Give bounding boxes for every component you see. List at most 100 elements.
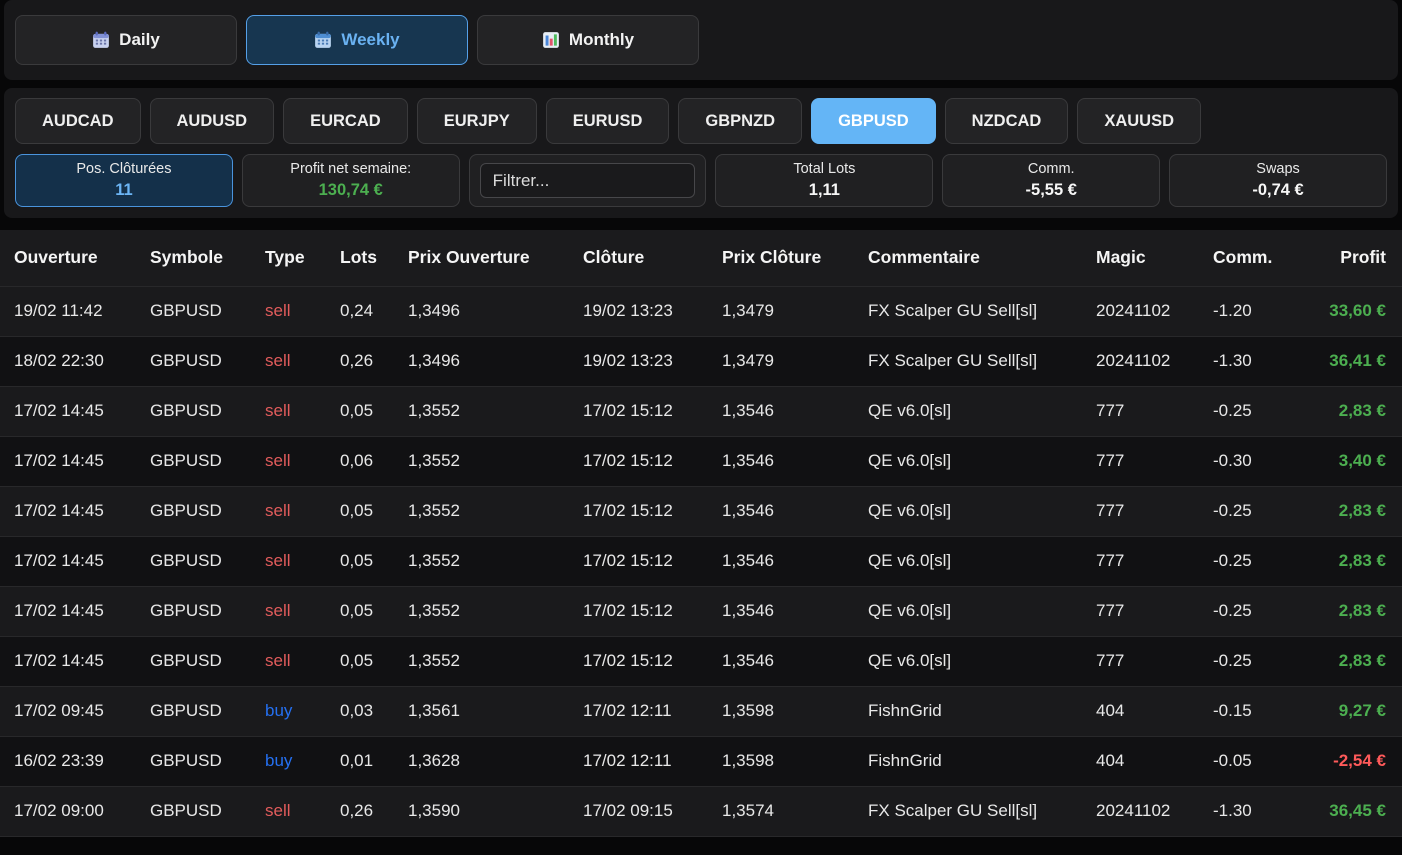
cell-commission: -0.25	[1199, 536, 1284, 586]
commissions-label: Comm.	[1028, 162, 1075, 178]
cell-open-price: 1,3552	[394, 586, 569, 636]
cell-close-time: 17/02 15:12	[569, 636, 708, 686]
weekly-net-profit-label: Profit net semaine:	[290, 162, 411, 178]
cell-comment: QE v6.0[sl]	[854, 386, 1082, 436]
cell-profit: 36,41 €	[1284, 336, 1402, 386]
cell-open-price: 1,3561	[394, 686, 569, 736]
column-header: Commentaire	[854, 230, 1082, 286]
table-row: 16/02 23:39 GBPUSD buy 0,01 1,3628 17/02…	[0, 736, 1402, 786]
total-lots-card: Total Lots 1,11	[715, 154, 933, 207]
cell-type: buy	[251, 736, 326, 786]
cell-open-time: 17/02 09:00	[0, 786, 136, 836]
period-tab-daily[interactable]: Daily	[15, 15, 237, 65]
period-tab-label: Daily	[119, 30, 160, 50]
cell-symbol: GBPUSD	[136, 386, 251, 436]
cell-profit: 2,83 €	[1284, 586, 1402, 636]
cell-commission: -0.25	[1199, 386, 1284, 436]
table-row: 17/02 09:00 GBPUSD sell 0,26 1,3590 17/0…	[0, 786, 1402, 836]
closed-positions-value: 11	[115, 181, 132, 199]
cell-type: sell	[251, 636, 326, 686]
commissions-value: -5,55 €	[1026, 181, 1077, 199]
cell-magic: 777	[1082, 386, 1199, 436]
trades-table-header: OuvertureSymboleTypeLotsPrix OuvertureCl…	[0, 230, 1402, 286]
symbol-tab-gbpnzd[interactable]: GBPNZD	[678, 98, 802, 144]
cell-type: sell	[251, 336, 326, 386]
cell-close-time: 19/02 13:23	[569, 286, 708, 336]
period-tab-label: Weekly	[341, 30, 399, 50]
cell-symbol: GBPUSD	[136, 686, 251, 736]
cell-symbol: GBPUSD	[136, 436, 251, 486]
cell-commission: -0.25	[1199, 636, 1284, 686]
cell-profit: 2,83 €	[1284, 636, 1402, 686]
column-header: Ouverture	[0, 230, 136, 286]
closed-positions-label: Pos. Clôturées	[76, 162, 171, 178]
cell-open-time: 18/02 22:30	[0, 336, 136, 386]
symbol-tab-eurcad[interactable]: EURCAD	[283, 98, 408, 144]
cell-magic: 404	[1082, 736, 1199, 786]
symbol-tab-eurjpy[interactable]: EURJPY	[417, 98, 537, 144]
cell-commission: -0.15	[1199, 686, 1284, 736]
cell-type: sell	[251, 536, 326, 586]
cell-profit: 2,83 €	[1284, 536, 1402, 586]
cell-symbol: GBPUSD	[136, 286, 251, 336]
cell-profit: 36,45 €	[1284, 786, 1402, 836]
cell-lots: 0,05	[326, 586, 394, 636]
weekly-net-profit-card: Profit net semaine: 130,74 €	[242, 154, 460, 207]
cell-close-time: 17/02 15:12	[569, 386, 708, 436]
cell-symbol: GBPUSD	[136, 636, 251, 686]
period-tab-weekly[interactable]: Weekly	[246, 15, 468, 65]
swaps-label: Swaps	[1256, 162, 1300, 178]
cell-commission: -1.20	[1199, 286, 1284, 336]
cell-profit: 3,40 €	[1284, 436, 1402, 486]
column-header: Prix Ouverture	[394, 230, 569, 286]
symbol-tab-nzdcad[interactable]: NZDCAD	[945, 98, 1069, 144]
cell-symbol: GBPUSD	[136, 336, 251, 386]
period-tab-bar: Daily Weekly Monthly	[4, 0, 1398, 80]
cell-comment: QE v6.0[sl]	[854, 436, 1082, 486]
cell-profit: 2,83 €	[1284, 486, 1402, 536]
cell-open-time: 17/02 14:45	[0, 386, 136, 436]
filters-panel: AUDCADAUDUSDEURCADEURJPYEURUSDGBPNZDGBPU…	[4, 88, 1398, 218]
cell-symbol: GBPUSD	[136, 586, 251, 636]
cell-profit: -2,54 €	[1284, 736, 1402, 786]
symbol-tab-audcad[interactable]: AUDCAD	[15, 98, 141, 144]
closed-positions-card[interactable]: Pos. Clôturées 11	[15, 154, 233, 207]
symbol-tab-audusd[interactable]: AUDUSD	[150, 98, 275, 144]
cell-lots: 0,05	[326, 636, 394, 686]
cell-open-time: 19/02 11:42	[0, 286, 136, 336]
bar-chart-icon	[542, 31, 560, 49]
cell-magic: 777	[1082, 636, 1199, 686]
cell-comment: QE v6.0[sl]	[854, 586, 1082, 636]
cell-commission: -0.30	[1199, 436, 1284, 486]
table-row: 17/02 14:45 GBPUSD sell 0,05 1,3552 17/0…	[0, 586, 1402, 636]
cell-close-price: 1,3598	[708, 736, 854, 786]
symbol-tab-eurusd[interactable]: EURUSD	[546, 98, 670, 144]
cell-close-price: 1,3546	[708, 586, 854, 636]
cell-open-price: 1,3552	[394, 486, 569, 536]
weekly-net-profit-value: 130,74 €	[319, 181, 383, 199]
stats-bar: Pos. Clôturées 11 Profit net semaine: 13…	[15, 154, 1387, 207]
cell-close-price: 1,3546	[708, 486, 854, 536]
cell-open-price: 1,3628	[394, 736, 569, 786]
cell-commission: -0.25	[1199, 586, 1284, 636]
filter-input[interactable]	[480, 163, 696, 198]
cell-magic: 20241102	[1082, 786, 1199, 836]
cell-lots: 0,05	[326, 536, 394, 586]
cell-commission: -1.30	[1199, 336, 1284, 386]
cell-open-price: 1,3552	[394, 386, 569, 436]
cell-open-price: 1,3590	[394, 786, 569, 836]
cell-symbol: GBPUSD	[136, 736, 251, 786]
cell-magic: 20241102	[1082, 286, 1199, 336]
cell-close-time: 17/02 09:15	[569, 786, 708, 836]
cell-symbol: GBPUSD	[136, 486, 251, 536]
symbol-tab-xauusd[interactable]: XAUUSD	[1077, 98, 1201, 144]
period-tab-monthly[interactable]: Monthly	[477, 15, 699, 65]
table-row: 17/02 14:45 GBPUSD sell 0,05 1,3552 17/0…	[0, 536, 1402, 586]
table-row: 17/02 14:45 GBPUSD sell 0,06 1,3552 17/0…	[0, 436, 1402, 486]
cell-lots: 0,05	[326, 486, 394, 536]
cell-symbol: GBPUSD	[136, 536, 251, 586]
total-lots-label: Total Lots	[793, 162, 855, 178]
cell-lots: 0,26	[326, 786, 394, 836]
column-header: Symbole	[136, 230, 251, 286]
symbol-tab-gbpusd[interactable]: GBPUSD	[811, 98, 936, 144]
